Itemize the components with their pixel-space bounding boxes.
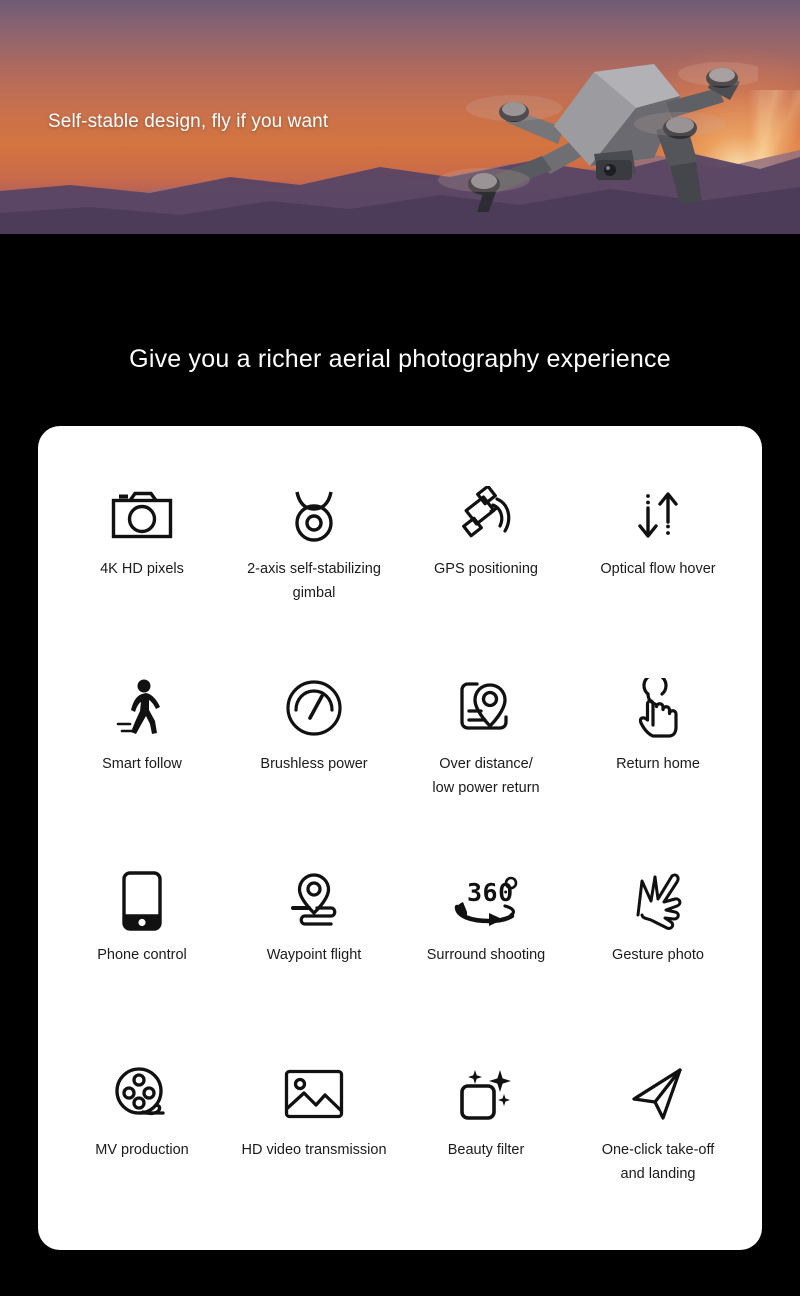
- feature-item-brushless-power: Brushless power: [228, 671, 400, 864]
- page-title: Give you a richer aerial photography exp…: [129, 345, 671, 373]
- feature-item-optical-flow-hover: Optical flow hover: [572, 478, 744, 671]
- feature-item-hd-video-transmission: HD video transmission: [228, 1057, 400, 1250]
- feature-label: Over distance/ low power return: [432, 756, 540, 796]
- feature-label: GPS positioning: [434, 561, 538, 577]
- feature-item-phone-control: Phone control: [56, 864, 228, 1057]
- feature-item-one-click-takeoff: One-click take-off and landing: [572, 1057, 744, 1250]
- paper-plane-icon: [629, 1057, 687, 1131]
- feature-label: Beauty filter: [447, 1142, 525, 1158]
- product-feature-page: Self-stable design, fly if you want Give…: [0, 0, 800, 1296]
- hero-banner: Self-stable design, fly if you want: [0, 0, 800, 234]
- feature-item-smart-follow: Smart follow: [56, 671, 228, 864]
- camera-icon: [111, 478, 173, 552]
- feature-item-waypoint-flight: Waypoint flight: [228, 864, 400, 1057]
- waypoint-icon: [285, 864, 343, 938]
- banner-tagline: Self-stable design, fly if you want: [48, 111, 329, 132]
- gesture-hand-icon: [631, 864, 685, 938]
- feature-card: 4K HD pixels 2-axis self-stabilizing gim…: [38, 426, 762, 1250]
- feature-label: Return home: [616, 756, 700, 772]
- feature-label: One-click take-off and landing: [601, 1142, 715, 1182]
- feature-label: HD video transmission: [241, 1142, 387, 1158]
- feature-grid: 4K HD pixels 2-axis self-stabilizing gim…: [38, 426, 762, 1250]
- drone-icon: [438, 62, 758, 212]
- feature-label: Brushless power: [260, 756, 368, 772]
- feature-item-surround-shooting: 360 Surround shooting: [400, 864, 572, 1057]
- feature-label: Optical flow hover: [600, 561, 716, 577]
- feature-label: MV production: [95, 1142, 189, 1158]
- gauge-icon: [285, 671, 343, 745]
- tap-hand-icon: [631, 671, 685, 745]
- 360-rotate-icon: 360: [449, 864, 523, 938]
- walking-person-icon: [114, 671, 170, 745]
- feature-label: Smart follow: [102, 756, 182, 772]
- feature-item-over-distance-return: Over distance/ low power return: [400, 671, 572, 864]
- smartphone-icon: [121, 864, 163, 938]
- feature-item-4k-hd-pixels: 4K HD pixels: [56, 478, 228, 671]
- feature-item-gesture-photo: Gesture photo: [572, 864, 744, 1057]
- feature-label: 4K HD pixels: [100, 561, 184, 577]
- sparkle-square-icon: [458, 1057, 514, 1131]
- gimbal-icon: [287, 478, 341, 552]
- feature-item-mv-production: MV production: [56, 1057, 228, 1250]
- satellite-icon: [457, 478, 515, 552]
- feature-item-beauty-filter: Beauty filter: [400, 1057, 572, 1250]
- feature-item-gimbal: 2-axis self-stabilizing gimbal: [228, 478, 400, 671]
- feature-label: Surround shooting: [426, 947, 546, 963]
- map-pin-icon: [457, 671, 515, 745]
- feature-label: Gesture photo: [612, 947, 704, 963]
- feature-item-gps-positioning: GPS positioning: [400, 478, 572, 671]
- feature-item-return-home: Return home: [572, 671, 744, 864]
- photo-icon: [284, 1057, 344, 1131]
- feature-label: Waypoint flight: [266, 947, 362, 963]
- feature-label: 2-axis self-stabilizing gimbal: [247, 561, 381, 601]
- film-reel-icon: [113, 1057, 171, 1131]
- feature-label: Phone control: [97, 947, 187, 963]
- optical-flow-icon: [630, 478, 686, 552]
